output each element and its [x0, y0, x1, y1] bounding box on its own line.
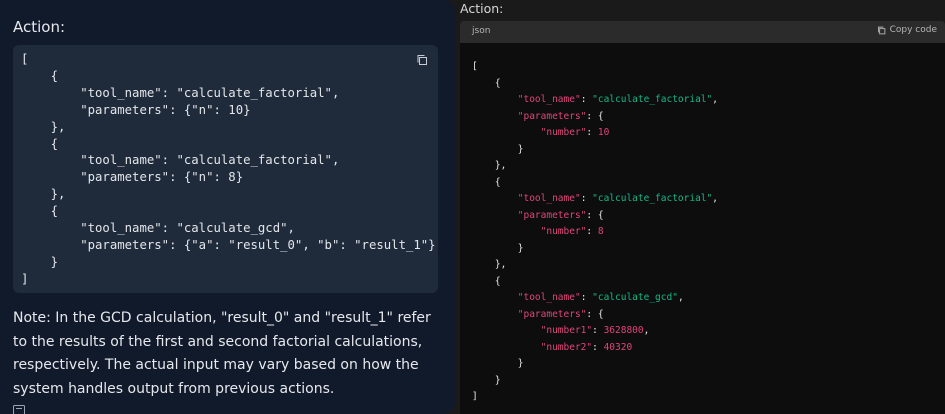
- code-key: "number2": [540, 341, 593, 353]
- copy-icon[interactable]: [416, 54, 428, 66]
- code-string: "calculate_gcd": [592, 292, 678, 303]
- code-number: 40320: [603, 341, 633, 353]
- code-key: "parameters": [517, 308, 587, 320]
- copy-icon: [877, 26, 885, 34]
- right-action-title: Action:: [460, 1, 504, 16]
- left-code-text: [ { "tool_name": "calculate_factorial", …: [21, 52, 436, 286]
- language-label: json: [472, 26, 491, 36]
- code-key: "tool_name": [517, 292, 581, 303]
- code-number: 3628800: [603, 325, 644, 336]
- code-key: "parameters": [517, 110, 587, 122]
- code-key: "tool_name": [517, 94, 581, 105]
- code-block-header: json Copy code: [460, 21, 945, 43]
- code-number: 10: [597, 127, 610, 138]
- code-number: 8: [597, 226, 604, 237]
- left-code-block: [ { "tool_name": "calculate_factorial", …: [13, 45, 438, 293]
- left-response-panel: Action: [ { "tool_name": "calculate_fact…: [0, 0, 455, 414]
- list-icon[interactable]: [13, 405, 25, 414]
- code-string: "calculate_factorial": [592, 94, 713, 105]
- copy-code-button[interactable]: Copy code: [877, 25, 937, 35]
- code-key: "number1": [540, 325, 593, 336]
- code-key: "tool_name": [517, 193, 581, 204]
- json-code-text: [ { "tool_name": "calculate_factorial", …: [472, 61, 718, 402]
- code-key: "number": [540, 127, 587, 138]
- copy-code-label: Copy code: [889, 25, 937, 35]
- code-key: "parameters": [517, 209, 587, 221]
- note-text: Note: In the GCD calculation, "result_0"…: [13, 310, 431, 397]
- json-code-area: [ { "tool_name": "calculate_factorial", …: [460, 43, 945, 414]
- right-response-panel: Action: json Copy code [ { "tool_name": …: [460, 0, 945, 414]
- code-string: "calculate_factorial": [592, 193, 713, 204]
- code-key: "number": [540, 226, 587, 237]
- left-action-title: Action:: [13, 18, 66, 36]
